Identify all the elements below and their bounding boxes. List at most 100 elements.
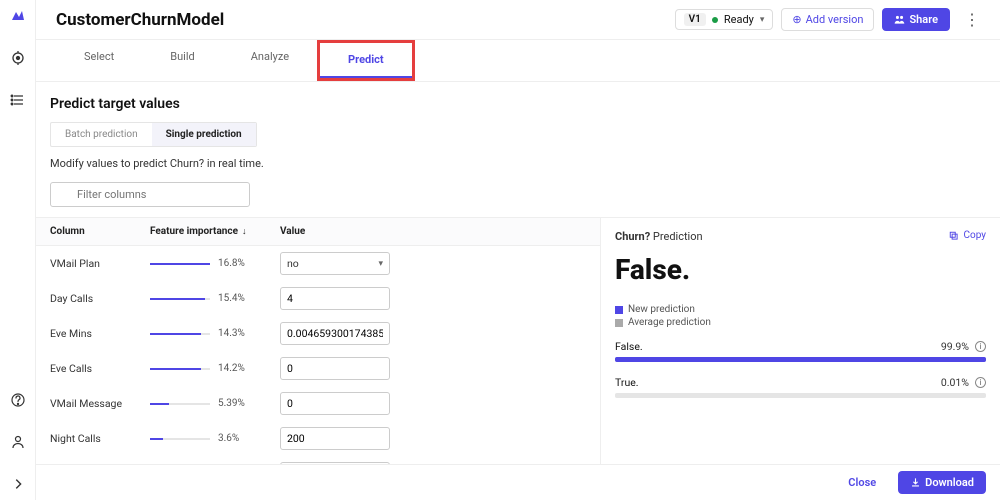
value-input[interactable]	[280, 287, 390, 310]
table-row: Eve Calls 14.2%	[36, 351, 600, 386]
tab-analyze[interactable]: Analyze	[223, 40, 317, 81]
value-select[interactable]: no▾	[280, 252, 390, 275]
table-row: VMail Message 5.39%	[36, 386, 600, 421]
plus-icon: ⊕	[792, 13, 801, 26]
importance-bar	[150, 403, 210, 405]
importance-bar	[150, 438, 210, 440]
version-badge: V1	[684, 13, 706, 26]
prob-label: True.	[615, 376, 941, 389]
copy-button[interactable]: Copy	[949, 230, 986, 241]
feature-name: Day Calls	[50, 292, 150, 305]
help-icon[interactable]	[10, 392, 26, 408]
logo-icon	[10, 8, 26, 24]
col-header-importance[interactable]: Feature importance↓	[150, 226, 280, 237]
filter-columns-input[interactable]	[50, 182, 250, 207]
section-title: Predict target values	[36, 82, 1000, 122]
hint-text: Modify values to predict Churn? in real …	[36, 147, 1000, 180]
importance-value: 3.6%	[218, 433, 239, 444]
info-icon[interactable]: i	[975, 377, 986, 388]
chevron-down-icon: ▾	[760, 15, 765, 25]
share-button[interactable]: Share	[882, 8, 950, 31]
status-dot-icon	[712, 17, 718, 23]
main-tabs: Select Build Analyze Predict	[36, 40, 1000, 82]
share-label: Share	[909, 13, 938, 26]
probability-row: False.99.9%i	[615, 340, 986, 362]
copy-icon	[949, 231, 959, 241]
download-icon	[910, 477, 921, 488]
prob-value: 0.01%	[941, 376, 969, 389]
col-header-value[interactable]: Value	[280, 226, 586, 237]
tab-build[interactable]: Build	[142, 40, 222, 81]
feature-table: Column Feature importance↓ Value VMail P…	[36, 218, 600, 500]
chevron-down-icon: ▾	[378, 259, 383, 269]
table-row: Eve Mins 14.3%	[36, 316, 600, 351]
footer: Close Download	[36, 464, 1000, 500]
feature-importance: 16.8%	[150, 258, 280, 269]
target-icon[interactable]	[10, 50, 26, 66]
copy-label: Copy	[963, 230, 986, 241]
value-input[interactable]	[280, 357, 390, 380]
feature-importance: 14.2%	[150, 363, 280, 374]
expand-rail-icon[interactable]	[10, 476, 26, 492]
prediction-target: Churn? Prediction	[615, 230, 986, 243]
prob-bar	[615, 357, 986, 362]
importance-value: 14.2%	[218, 363, 245, 374]
table-row: Day Calls 15.4%	[36, 281, 600, 316]
legend-new-swatch	[615, 306, 623, 314]
importance-bar	[150, 263, 210, 265]
prob-bar	[615, 393, 986, 398]
info-icon[interactable]: i	[975, 341, 986, 352]
tab-highlight-annotation: Predict	[317, 40, 415, 81]
list-icon[interactable]	[10, 92, 26, 108]
feature-importance: 5.39%	[150, 398, 280, 409]
add-version-button[interactable]: ⊕ Add version	[781, 8, 874, 31]
tab-select[interactable]: Select	[56, 40, 142, 81]
importance-value: 5.39%	[218, 398, 245, 409]
importance-value: 14.3%	[218, 328, 245, 339]
prediction-result: False.	[615, 253, 986, 286]
people-icon	[894, 14, 905, 25]
value-input[interactable]	[280, 392, 390, 415]
feature-importance: 15.4%	[150, 293, 280, 304]
close-button[interactable]: Close	[836, 471, 888, 494]
header: CustomerChurnModel V1 Ready ▾ ⊕ Add vers…	[36, 0, 1000, 40]
feature-name: Eve Mins	[50, 327, 150, 340]
feature-importance: 14.3%	[150, 328, 280, 339]
col-header-name[interactable]: Column	[50, 226, 150, 237]
prediction-panel: Churn? Prediction Copy False. New predic…	[600, 218, 1000, 500]
add-version-label: Add version	[806, 13, 864, 26]
legend-avg-label: Average prediction	[628, 317, 711, 328]
feature-name: Night Calls	[50, 432, 150, 445]
more-menu-icon[interactable]: ⋮	[958, 10, 986, 29]
feature-importance: 3.6%	[150, 433, 280, 444]
importance-bar	[150, 368, 210, 370]
download-button[interactable]: Download	[898, 471, 986, 494]
legend-avg-swatch	[615, 319, 623, 327]
feature-name: Eve Calls	[50, 362, 150, 375]
importance-value: 16.8%	[218, 258, 245, 269]
tab-single-prediction[interactable]: Single prediction	[152, 123, 256, 146]
prob-label: False.	[615, 340, 941, 353]
tab-predict[interactable]: Predict	[320, 43, 412, 78]
page-title: CustomerChurnModel	[56, 10, 224, 30]
table-row: VMail Plan 16.8% no▾	[36, 246, 600, 281]
status-text: Ready	[724, 13, 754, 26]
tab-batch-prediction[interactable]: Batch prediction	[51, 123, 152, 146]
value-input[interactable]	[280, 322, 390, 345]
legend-new-label: New prediction	[628, 304, 695, 315]
importance-bar	[150, 298, 210, 300]
feature-name: VMail Plan	[50, 257, 150, 270]
prediction-mode-tabs: Batch prediction Single prediction	[50, 122, 257, 147]
download-label: Download	[925, 476, 974, 489]
feature-name: VMail Message	[50, 397, 150, 410]
sort-desc-icon: ↓	[242, 226, 247, 237]
importance-bar	[150, 333, 210, 335]
table-row: Night Calls 3.6%	[36, 421, 600, 456]
user-icon[interactable]	[10, 434, 26, 450]
prediction-legend: New prediction Average prediction	[615, 304, 986, 328]
probability-row: True.0.01% i	[615, 376, 986, 398]
table-header: Column Feature importance↓ Value	[36, 218, 600, 246]
version-status[interactable]: V1 Ready ▾	[675, 9, 774, 30]
value-input[interactable]	[280, 427, 390, 450]
importance-value: 15.4%	[218, 293, 245, 304]
